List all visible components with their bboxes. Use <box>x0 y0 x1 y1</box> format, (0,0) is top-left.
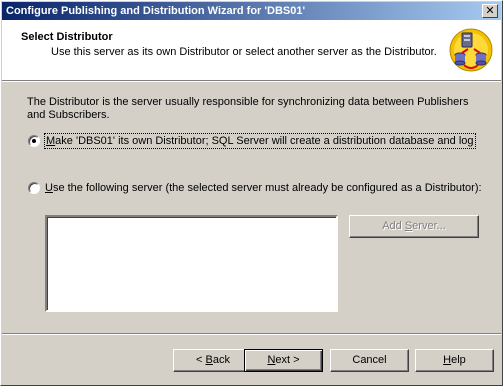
close-button[interactable]: ✕ <box>482 4 498 18</box>
page-title: Select Distributor <box>21 31 113 43</box>
help-button[interactable]: Help <box>415 349 494 372</box>
title-bar[interactable]: Configure Publishing and Distribution Wi… <box>2 2 501 20</box>
server-list[interactable] <box>45 215 338 312</box>
option-other-server-label[interactable]: Use the following server (the selected s… <box>45 181 482 195</box>
window-title: Configure Publishing and Distribution Wi… <box>6 5 306 17</box>
back-button[interactable]: < Back <box>173 349 253 372</box>
close-icon: ✕ <box>485 5 495 17</box>
page-subtitle: Use this server as its own Distributor o… <box>51 46 437 58</box>
radio-own-distributor[interactable] <box>28 135 40 147</box>
wizard-header: Select Distributor Use this server as it… <box>2 20 501 80</box>
radio-other-server[interactable] <box>28 182 40 194</box>
description-text: The Distributor is the server usually re… <box>27 96 469 121</box>
add-server-button[interactable]: Add Server... <box>349 215 479 238</box>
option-own-distributor-label[interactable]: Make 'DBS01' its own Distributor; SQL Se… <box>44 133 476 149</box>
footer-divider <box>2 333 501 335</box>
radio-selected-dot <box>32 139 36 143</box>
option-other-server[interactable]: Use the following server (the selected s… <box>28 181 482 197</box>
header-divider <box>2 80 501 82</box>
next-button[interactable]: Next > <box>244 349 323 372</box>
publishing-distribution-wizard-icon <box>449 28 493 72</box>
cancel-button[interactable]: Cancel <box>330 349 409 372</box>
wizard-window: Configure Publishing and Distribution Wi… <box>0 0 503 386</box>
option-own-distributor[interactable]: Make 'DBS01' its own Distributor; SQL Se… <box>28 133 478 150</box>
